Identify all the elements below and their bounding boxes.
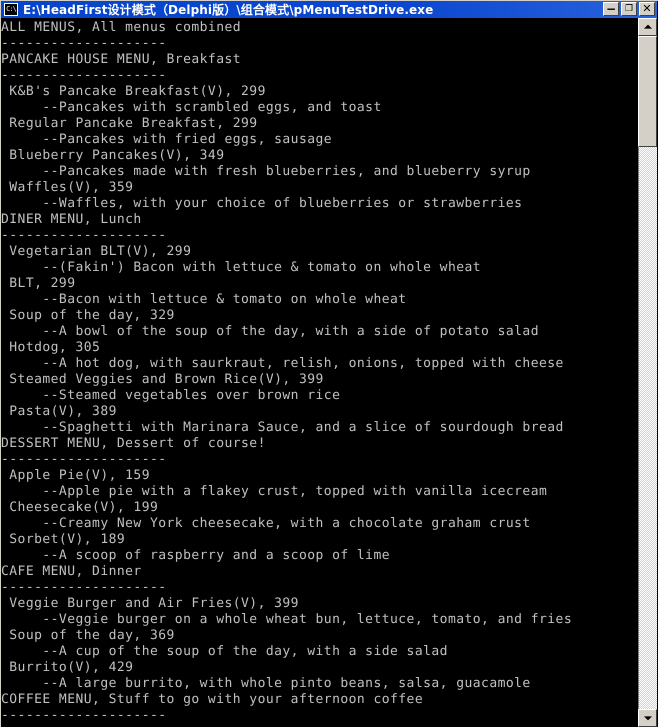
console-line: Soup of the day, 369 [1, 628, 175, 643]
console-line: --Pancakes with scrambled eggs, and toas… [1, 100, 382, 115]
console-line: PANCAKE HOUSE MENU, Breakfast [1, 52, 242, 67]
console-line: ALL MENUS, All menus combined [1, 20, 242, 35]
console-line: -------------------- [1, 708, 167, 723]
console-line: --A hot dog, with saurkraut, relish, oni… [1, 356, 564, 371]
console-line: Pasta(V), 389 [1, 404, 117, 419]
console-line: --Pancakes with fried eggs, sausage [1, 132, 333, 147]
chevron-up-icon [643, 24, 652, 29]
vertical-scrollbar[interactable] [638, 18, 657, 727]
minimize-icon: − [605, 2, 617, 16]
console-line: --A bowl of the soup of the day, with a … [1, 324, 539, 339]
scroll-down-button[interactable] [638, 709, 657, 727]
console-line: COFFEE MENU, Stuff to go with your after… [1, 692, 424, 707]
console-line: --Veggie burger on a whole wheat bun, le… [1, 612, 573, 627]
console-line: Sorbet(V), 189 [1, 532, 126, 547]
console-text: ALL MENUS, All menus combined -----------… [1, 20, 638, 724]
system-menu-icon[interactable]: C:\ [4, 3, 18, 16]
console-line: Burrito(V), 429 [1, 660, 134, 675]
console-line: --(Fakin') Bacon with lettuce & tomato o… [1, 260, 482, 275]
console-output-area[interactable]: ALL MENUS, All menus combined -----------… [1, 18, 638, 727]
console-line: --A large burrito, with whole pinto bean… [1, 676, 531, 691]
console-line: --Bacon with lettuce & tomato on whole w… [1, 292, 407, 307]
console-window: C:\ E:\HeadFirst设计模式（Delphi版）\组合模式\pMenu… [0, 0, 658, 727]
console-line: -------------------- [1, 452, 167, 467]
close-button[interactable]: ✕ [639, 2, 655, 16]
console-line: Steamed Veggies and Brown Rice(V), 399 [1, 372, 324, 387]
console-line: --Pancakes made with fresh blueberries, … [1, 164, 531, 179]
console-line: Veggie Burger and Air Fries(V), 399 [1, 596, 299, 611]
console-line: Vegetarian BLT(V), 299 [1, 244, 192, 259]
console-line: --Spaghetti with Marinara Sauce, and a s… [1, 420, 564, 435]
restore-button[interactable]: ❐ [621, 2, 637, 16]
console-line: DINER MENU, Lunch [1, 212, 142, 227]
console-line: -------------------- [1, 68, 167, 83]
title-bar[interactable]: C:\ E:\HeadFirst设计模式（Delphi版）\组合模式\pMenu… [1, 1, 657, 18]
console-line: Waffles(V), 359 [1, 180, 134, 195]
console-line: --Apple pie with a flakey crust, topped … [1, 484, 548, 499]
console-line: Apple Pie(V), 159 [1, 468, 150, 483]
console-line: CAFE MENU, Dinner [1, 564, 142, 579]
window-title: E:\HeadFirst设计模式（Delphi版）\组合模式\pMenuTest… [23, 3, 434, 17]
console-line: -------------------- [1, 580, 167, 595]
console-line: -------------------- [1, 36, 167, 51]
console-line: --Waffles, with your choice of blueberri… [1, 196, 523, 211]
console-line: Soup of the day, 329 [1, 308, 175, 323]
console-line: K&B's Pancake Breakfast(V), 299 [1, 84, 266, 99]
chevron-down-icon [643, 716, 652, 721]
console-line: --Steamed vegetables over brown rice [1, 388, 341, 403]
console-line: -------------------- [1, 228, 167, 243]
console-line: DESSERT MENU, Dessert of course! [1, 436, 266, 451]
console-line: --Creamy New York cheesecake, with a cho… [1, 516, 531, 531]
console-line: BLT, 299 [1, 276, 76, 291]
console-line: Hotdog, 305 [1, 340, 101, 355]
close-icon: ✕ [642, 2, 652, 15]
console-line: Cheesecake(V), 199 [1, 500, 159, 515]
restore-icon: ❐ [624, 4, 634, 14]
console-line: Regular Pancake Breakfast, 299 [1, 116, 258, 131]
minimize-button[interactable]: − [603, 2, 619, 16]
scrollbar-thumb[interactable] [638, 36, 657, 147]
console-line: Blueberry Pancakes(V), 349 [1, 148, 225, 163]
window-controls: − ❐ ✕ [603, 2, 655, 16]
console-line: --A cup of the soup of the day, with a s… [1, 644, 448, 659]
console-line: --A scoop of raspberry and a scoop of li… [1, 548, 391, 563]
scroll-up-button[interactable] [638, 18, 657, 36]
